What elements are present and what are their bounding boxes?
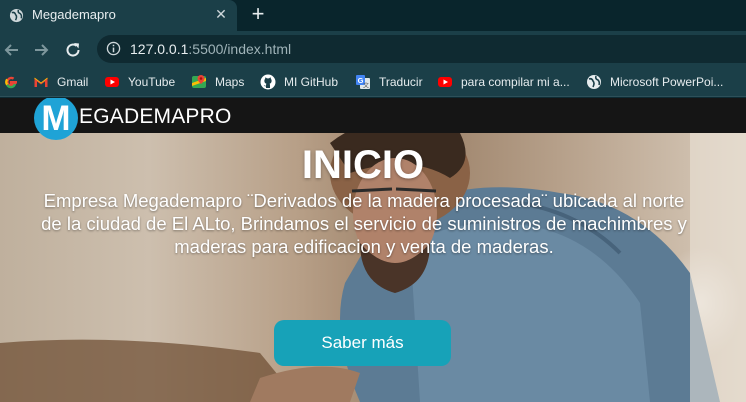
close-icon[interactable]: ✕ — [213, 6, 229, 22]
site-logo[interactable]: M — [26, 98, 80, 141]
logo-letter: M — [41, 99, 70, 138]
bookmarks-bar: Gmail YouTube Maps MI GitHub G 文 Traduci… — [0, 68, 746, 97]
hero-title: INICIO — [301, 143, 425, 187]
url-path: :5500/index.html — [188, 41, 292, 57]
tab-strip: Megademapro ✕ + — [0, 0, 746, 31]
bookmark-gmail[interactable]: Gmail — [33, 72, 88, 92]
browser-toolbar: 127.0.0.1:5500/index.html — [0, 31, 746, 68]
info-icon[interactable] — [106, 41, 121, 56]
bookmark-traducir[interactable]: G 文 Traducir — [355, 72, 423, 92]
bookmark-github[interactable]: MI GitHub — [260, 72, 338, 92]
bookmark-label: Traducir — [379, 75, 423, 89]
url-text[interactable]: 127.0.0.1:5500/index.html — [130, 41, 291, 57]
browser-tab[interactable]: Megademapro ✕ — [0, 0, 237, 31]
youtube-icon — [105, 77, 119, 87]
svg-text:文: 文 — [363, 82, 369, 90]
bookmark-label: YouTube — [128, 75, 176, 89]
bookmark-label: Microsoft PowerPoi... — [610, 75, 724, 89]
bookmark-powerpoint[interactable]: Microsoft PowerPoi... — [586, 72, 723, 92]
arrow-right-icon[interactable] — [31, 40, 51, 60]
arrow-left-icon[interactable] — [2, 40, 22, 60]
page-viewport: M EGADEMAPRO INICIO Empresa Megademapro — [0, 98, 746, 402]
bookmark-compilar[interactable]: para compilar mi a... — [437, 72, 570, 92]
globe-icon — [587, 75, 601, 89]
url-host: 127.0.0.1 — [130, 41, 189, 57]
globe-icon — [9, 8, 24, 23]
tab-title: Megademapro — [32, 7, 116, 22]
bookmark-label: MI GitHub — [284, 75, 339, 89]
bookmark-label: Gmail — [57, 75, 89, 89]
translate-icon: G 文 — [356, 75, 370, 90]
bookmark-maps[interactable]: Maps — [191, 72, 244, 92]
bookmark-label: Maps — [215, 75, 245, 89]
gmail-icon — [34, 77, 48, 87]
github-icon — [260, 74, 276, 90]
youtube-icon — [438, 77, 452, 87]
bookmark-google[interactable] — [3, 72, 19, 92]
brand-name: EGADEMAPRO — [79, 105, 232, 128]
bookmark-youtube[interactable]: YouTube — [104, 72, 175, 92]
bookmark-label: para compilar mi a... — [461, 75, 570, 89]
hero-section: INICIO Empresa Megademapro ¨Derivados de… — [0, 133, 746, 402]
reload-icon[interactable] — [63, 40, 83, 60]
saber-mas-button[interactable]: Saber más — [274, 320, 451, 366]
google-icon — [5, 76, 17, 89]
maps-icon — [192, 75, 206, 88]
address-bar[interactable]: 127.0.0.1:5500/index.html — [97, 35, 746, 63]
hero-description: Empresa Megademapro ¨Derivados de la mad… — [41, 190, 687, 257]
site-navbar: M EGADEMAPRO — [0, 98, 746, 140]
plus-icon[interactable]: + — [248, 3, 268, 25]
